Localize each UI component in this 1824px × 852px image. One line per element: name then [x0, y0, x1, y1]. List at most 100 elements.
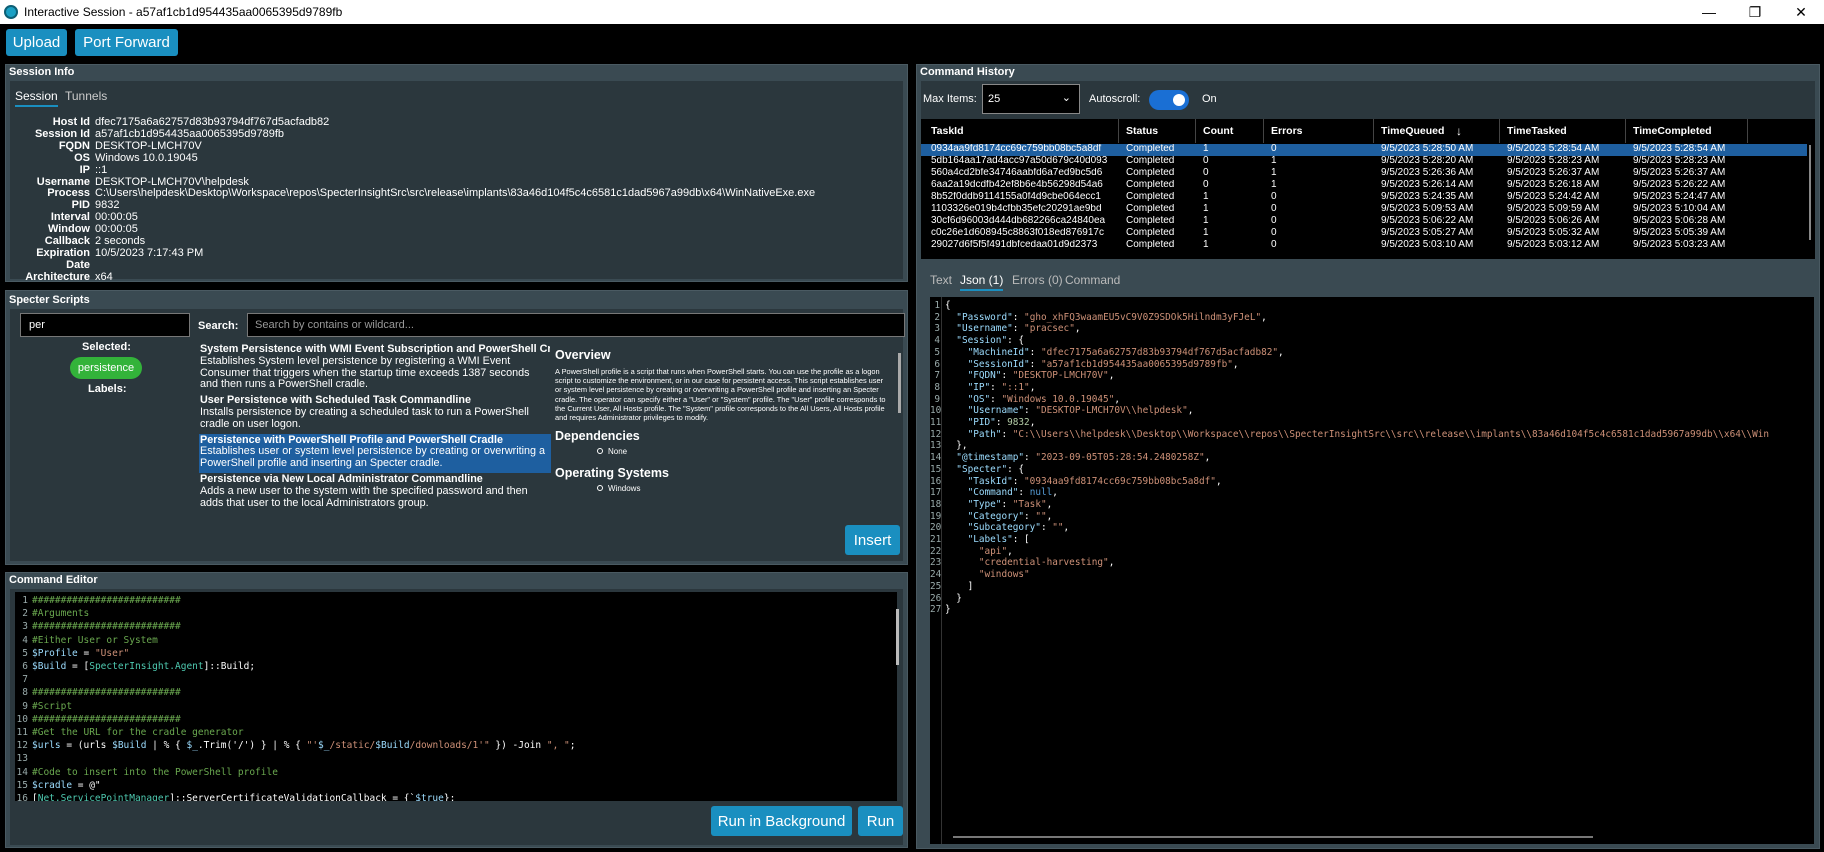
script-list-item[interactable]: Persistence via New Local Administrator … — [199, 473, 551, 512]
table-row[interactable]: 560a4cd2bfe34746aabfd6a7ed9bc5d6 Complete… — [921, 168, 1807, 180]
table-cell: 0934aa9fd8174cc69c759bb08bc5a8df — [931, 144, 1102, 154]
table-cell: Completed — [1126, 168, 1175, 179]
insert-button[interactable]: Insert — [845, 525, 900, 555]
table-row[interactable]: c0c26e1d608945c8863f018ed876917c Complete… — [921, 228, 1807, 240]
json-line: 5 "MachineId": "dfec7175a6a62757d83b9379… — [934, 346, 1284, 358]
script-list-item[interactable]: User Persistence with Scheduled Task Com… — [199, 394, 551, 433]
json-line: 18 "Type": "Task", — [930, 498, 1053, 510]
json-gutter-divider — [941, 297, 942, 844]
script-list-item[interactable]: Persistence with PowerShell Profile and … — [199, 433, 551, 473]
table-cell: 5db164aa17ad4acc97a50d679c40d093 — [931, 156, 1108, 167]
table-row[interactable]: 6aa2a19dcdfb42ef8b6e4b56298d54a6 Complete… — [921, 180, 1807, 192]
app-icon — [4, 5, 18, 19]
script-filter-input[interactable]: per — [20, 313, 190, 337]
code-line: 4 #Either User or System — [22, 634, 158, 646]
code-line: 1 ########################## — [22, 595, 181, 606]
table-row[interactable]: 30cf6d96003d444db682266ca24840ea Complete… — [921, 216, 1807, 228]
json-line: 9 "OS": "Windows 10.0.19045", — [934, 393, 1120, 405]
json-line: 24 "windows" — [930, 569, 1030, 581]
table-cell: 1 — [1203, 216, 1209, 227]
table-row[interactable]: 8b52f0ddb9114155a0f4d9cbe064ecc1 Complete… — [921, 192, 1807, 204]
column-separator[interactable] — [1373, 119, 1374, 143]
table-row[interactable]: 5db164aa17ad4acc97a50d679c40d093 Complete… — [921, 156, 1807, 168]
maximize-icon[interactable]: ❐ — [1732, 0, 1778, 24]
json-line: 17 "Command": null, — [930, 487, 1058, 499]
json-line: 6 "SessionId": "a57af1cb1d954435aa006539… — [934, 358, 1239, 370]
table-cell: 0 — [1271, 144, 1277, 154]
column-header[interactable]: TimeQueued — [1381, 125, 1444, 137]
run-button[interactable]: Run — [858, 806, 903, 836]
details-scrollbar[interactable] — [898, 353, 901, 413]
field-value: x64 — [95, 270, 113, 283]
editor-scrollbar[interactable] — [896, 609, 899, 665]
labels-label: Labels: — [88, 383, 127, 395]
minimize-icon[interactable]: — — [1686, 0, 1732, 24]
json-line: 20 "Subcategory": "", — [930, 522, 1070, 534]
table-cell: Completed — [1126, 156, 1175, 167]
table-cell: 0 — [1271, 228, 1277, 239]
column-header[interactable]: TimeCompleted — [1633, 125, 1712, 137]
column-separator[interactable] — [1499, 119, 1500, 143]
column-separator[interactable] — [1118, 119, 1119, 143]
code-line: 2 #Arguments — [22, 608, 90, 620]
field-key: Architecture — [25, 270, 90, 283]
session-field-row: FQDN DESKTOP-LMCH70V — [16, 140, 815, 153]
port-forward-button[interactable]: Port Forward — [75, 29, 178, 56]
autoscroll-toggle[interactable] — [1149, 90, 1189, 110]
table-row[interactable]: 1103326e019b4cfbb35efc20291ae9bd Complete… — [921, 204, 1807, 216]
tab-session[interactable]: Session — [15, 89, 58, 107]
script-list-item[interactable]: System Persistence with WMI Event Subscr… — [199, 343, 551, 394]
column-header[interactable]: Status — [1126, 125, 1158, 137]
json-line: 8 "IP": "::1", — [934, 381, 1036, 393]
column-header[interactable]: TimeTasked — [1507, 125, 1567, 137]
history-scrollbar[interactable] — [1809, 145, 1811, 240]
max-items-select[interactable]: 25 ⌄ — [982, 84, 1080, 114]
json-hscrollbar[interactable] — [953, 836, 1593, 838]
selected-chip[interactable]: persistence — [70, 357, 142, 379]
table-cell: 30cf6d96003d444db682266ca24840ea — [931, 216, 1106, 227]
close-icon[interactable]: ✕ — [1778, 0, 1824, 24]
tab-tunnels[interactable]: Tunnels — [65, 89, 107, 103]
table-cell: 9/5/2023 5:26:14 AM — [1381, 180, 1474, 191]
code-line: 13 — [16, 753, 28, 765]
json-line: 1{ — [934, 300, 951, 311]
chevron-down-icon: ⌄ — [1061, 92, 1071, 104]
session-field-row: OS Windows 10.0.19045 — [16, 152, 815, 165]
column-separator[interactable] — [1625, 119, 1626, 143]
dependencies-value: None — [608, 447, 628, 457]
column-header[interactable]: Count — [1203, 125, 1233, 137]
detail-tab[interactable]: Command — [1065, 273, 1120, 287]
json-line: 2 "Password": "gho_xhFQ3waamEU5vC9V0Z9SD… — [934, 311, 1267, 323]
sort-descending-icon[interactable]: ↓ — [1456, 124, 1462, 138]
column-header[interactable]: Errors — [1271, 125, 1303, 137]
table-cell: 9/5/2023 5:28:20 AM — [1381, 156, 1474, 167]
table-row[interactable]: 0934aa9fd8174cc69c759bb08bc5a8df Complete… — [921, 144, 1807, 156]
field-value: 10/5/2023 7:17:43 PM — [95, 246, 204, 259]
column-separator[interactable] — [1747, 119, 1748, 143]
column-separator[interactable] — [1263, 119, 1264, 143]
detail-tab[interactable]: Errors (0) — [1012, 273, 1063, 287]
overview-heading: Overview — [555, 348, 611, 362]
column-header[interactable]: TaskId — [931, 125, 963, 137]
code-line: 8 ########################## — [22, 687, 181, 699]
title-bar: Interactive Session - a57af1cb1d954435aa… — [0, 0, 1824, 24]
json-line: 12 "Path": "C:\\Users\\helpdesk\\Desktop… — [930, 428, 1770, 440]
table-cell: 9/5/2023 5:28:54 AM — [1507, 144, 1600, 154]
table-cell: 9/5/2023 5:26:18 AM — [1507, 180, 1600, 191]
table-row[interactable]: 29027d6f5f5f491dbfcedaa01d9d2373 Complete… — [921, 240, 1807, 252]
detail-tab[interactable]: Json (1) — [960, 273, 1004, 291]
code-editor[interactable]: 1 ########################## 2 #Arguments 3 #… — [15, 592, 897, 801]
search-input[interactable]: Search by contains or wildcard... — [247, 313, 905, 337]
detail-tab[interactable]: Text — [930, 273, 952, 287]
run-in-background-button[interactable]: Run in Background — [711, 806, 852, 836]
table-cell: 560a4cd2bfe34746aabfd6a7ed9bc5d6 — [931, 168, 1103, 179]
session-fields: Host Id dfec7175a6a62757d83b93794df767d5a… — [16, 116, 815, 284]
upload-button[interactable]: Upload — [6, 29, 67, 56]
code-line: 16 [Net.ServicePointManager]::ServerCerti… — [16, 793, 456, 801]
script-description: Adds a new user to the system with the s… — [200, 484, 528, 509]
code-line: 15 $cradle = @" — [16, 779, 101, 791]
field-value: ::1 — [95, 163, 108, 176]
column-separator[interactable] — [1195, 119, 1196, 143]
json-viewer[interactable]: 1{2 "Password": "gho_xhFQ3waamEU5vC9V0Z9… — [930, 297, 1814, 844]
table-cell: 9/5/2023 5:28:23 AM — [1507, 156, 1600, 167]
